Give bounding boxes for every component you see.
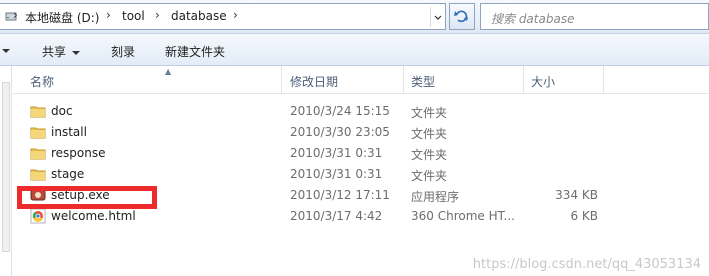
file-size: 6 KB [570,209,598,223]
list-item[interactable]: welcome.html 2010/3/17 4:42 360 Chrome H… [13,206,709,227]
burn-button[interactable]: 刻录 [111,43,135,60]
chrome-html-icon [30,208,46,224]
file-modified: 2010/3/31 0:31 [290,167,383,181]
watermark: https://blog.csdn.net/qq_43053134 [472,257,701,272]
file-size: 334 KB [555,188,598,202]
list-item[interactable]: stage 2010/3/31 0:31 文件夹 [13,164,709,185]
file-type: 文件夹 [411,106,448,120]
address-bar[interactable]: › 本地磁盘 (D:) › tool › database › [0,3,446,30]
folder-icon [30,124,46,140]
file-modified: 2010/3/12 17:11 [290,188,390,202]
column-header: ▲ 名称 修改日期 类型 大小 [13,66,709,94]
list-item[interactable]: install 2010/3/30 23:05 文件夹 [13,122,709,143]
column-divider[interactable] [603,66,604,94]
share-label: 共享 [42,45,67,59]
breadcrumb-tool[interactable]: tool [122,9,145,23]
column-name[interactable]: 名称 [30,73,54,90]
breadcrumb-separator-icon[interactable]: › [233,8,238,22]
file-modified: 2010/3/31 0:31 [290,146,383,160]
chevron-down-icon [2,48,10,53]
breadcrumb-separator-icon[interactable]: › [155,8,160,22]
file-name: stage [51,167,85,181]
file-modified: 2010/3/24 15:15 [290,104,390,118]
nav-scrollbar[interactable] [2,82,10,252]
address-history-dropdown[interactable] [430,7,444,27]
refresh-button[interactable] [449,3,475,30]
file-type: 文件夹 [411,169,448,183]
column-size[interactable]: 大小 [531,73,555,90]
search-placeholder: 搜索 database [491,12,575,26]
column-type[interactable]: 类型 [411,73,435,90]
chevron-down-icon [72,50,81,55]
share-button[interactable]: 共享 [42,43,81,60]
file-modified: 2010/3/30 23:05 [290,125,390,139]
breadcrumb-database[interactable]: database [171,9,227,23]
list-item[interactable]: doc 2010/3/24 15:15 文件夹 [13,101,709,122]
address-bar-row: › 本地磁盘 (D:) › tool › database › 搜索 datab… [0,0,709,34]
column-divider[interactable] [523,66,524,94]
file-type: 文件夹 [411,127,448,141]
file-type: 文件夹 [411,148,448,162]
file-name: doc [51,104,73,118]
folder-icon [30,145,46,161]
file-modified: 2010/3/17 4:42 [290,209,383,223]
refresh-icon [454,10,468,23]
file-type: 360 Chrome HT... [411,209,515,223]
column-divider[interactable] [281,66,282,94]
organize-dropdown-arrow[interactable] [2,43,10,57]
navigation-pane [0,66,12,276]
folder-icon [30,103,46,119]
command-toolbar: 共享 刻录 新建文件夹 [0,34,709,66]
file-type: 应用程序 [411,190,460,204]
column-divider[interactable] [403,66,404,94]
breadcrumb-drive[interactable]: 本地磁盘 (D:) [25,9,99,26]
chevron-down-icon [434,15,442,20]
new-folder-button[interactable]: 新建文件夹 [165,43,225,60]
sort-ascending-icon: ▲ [165,67,172,76]
column-modified[interactable]: 修改日期 [290,73,338,90]
file-name: install [51,125,87,139]
breadcrumb-separator-icon[interactable]: › [13,8,18,22]
file-name: welcome.html [51,209,136,223]
highlight-annotation [17,186,157,209]
folder-icon [30,166,46,182]
search-input[interactable]: 搜索 database [480,3,709,30]
list-item[interactable]: response 2010/3/31 0:31 文件夹 [13,143,709,164]
file-name: response [51,146,106,160]
breadcrumb-separator-icon[interactable]: › [106,8,111,22]
